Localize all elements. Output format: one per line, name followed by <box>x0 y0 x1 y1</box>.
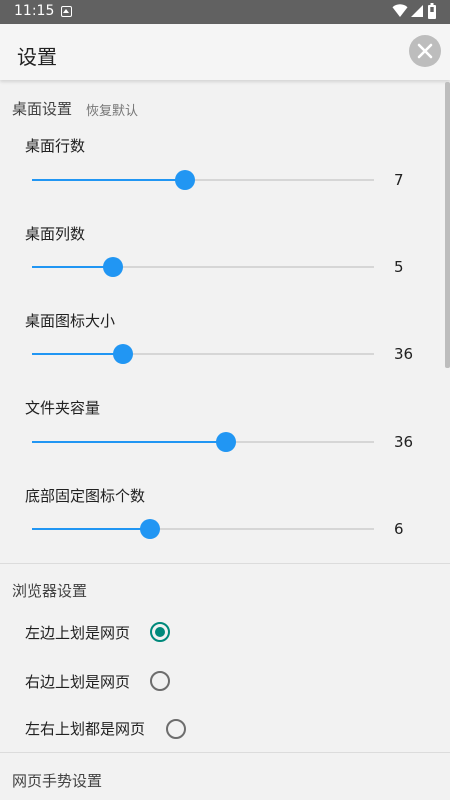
slider-thumb[interactable] <box>139 519 160 539</box>
scrollbar[interactable] <box>445 82 450 368</box>
slider-thumb[interactable] <box>112 344 133 364</box>
notification-icon <box>61 6 72 17</box>
radio-label: 左右上划都是网页 <box>25 720 146 738</box>
radio-label: 左边上划是网页 <box>25 624 131 642</box>
page-title: 设置 <box>17 45 57 69</box>
rows-slider[interactable] <box>32 170 374 190</box>
folder-capacity-slider[interactable] <box>32 432 374 452</box>
reset-defaults-link[interactable]: 恢复默认 <box>86 100 138 119</box>
section-header-gesture: 网页手势设置 <box>12 772 103 790</box>
app-bar: 设置 <box>0 24 450 80</box>
status-bar: 11:15 <box>0 0 450 24</box>
cellular-icon <box>411 5 423 17</box>
setting-value: 7 <box>394 171 404 189</box>
radio-label: 右边上划是网页 <box>25 673 131 691</box>
setting-label: 桌面列数 <box>25 225 86 243</box>
setting-label: 文件夹容量 <box>25 399 101 417</box>
slider-thumb[interactable] <box>174 170 195 190</box>
slider-thumb[interactable] <box>103 257 124 277</box>
setting-value: 36 <box>394 433 414 451</box>
radio-button[interactable] <box>166 719 186 739</box>
close-icon <box>417 43 433 59</box>
setting-value: 5 <box>394 258 404 276</box>
close-button[interactable] <box>409 35 441 67</box>
setting-label: 桌面图标大小 <box>25 312 116 330</box>
setting-value: 6 <box>394 520 404 538</box>
wifi-icon <box>392 4 408 17</box>
section-divider <box>0 563 450 564</box>
columns-slider[interactable] <box>32 257 374 277</box>
radio-button[interactable] <box>150 671 170 691</box>
setting-label: 桌面行数 <box>25 137 86 155</box>
status-time: 11:15 <box>14 3 55 19</box>
section-header-desktop: 桌面设置 <box>12 100 73 118</box>
battery-icon <box>428 3 436 19</box>
icon-size-slider[interactable] <box>32 344 374 364</box>
section-divider <box>0 752 450 753</box>
setting-value: 36 <box>394 345 414 363</box>
setting-label: 底部固定图标个数 <box>25 487 146 505</box>
slider-thumb[interactable] <box>215 432 236 452</box>
dock-icons-slider[interactable] <box>32 519 374 539</box>
radio-button[interactable] <box>150 622 170 642</box>
section-header-browser: 浏览器设置 <box>12 582 88 600</box>
